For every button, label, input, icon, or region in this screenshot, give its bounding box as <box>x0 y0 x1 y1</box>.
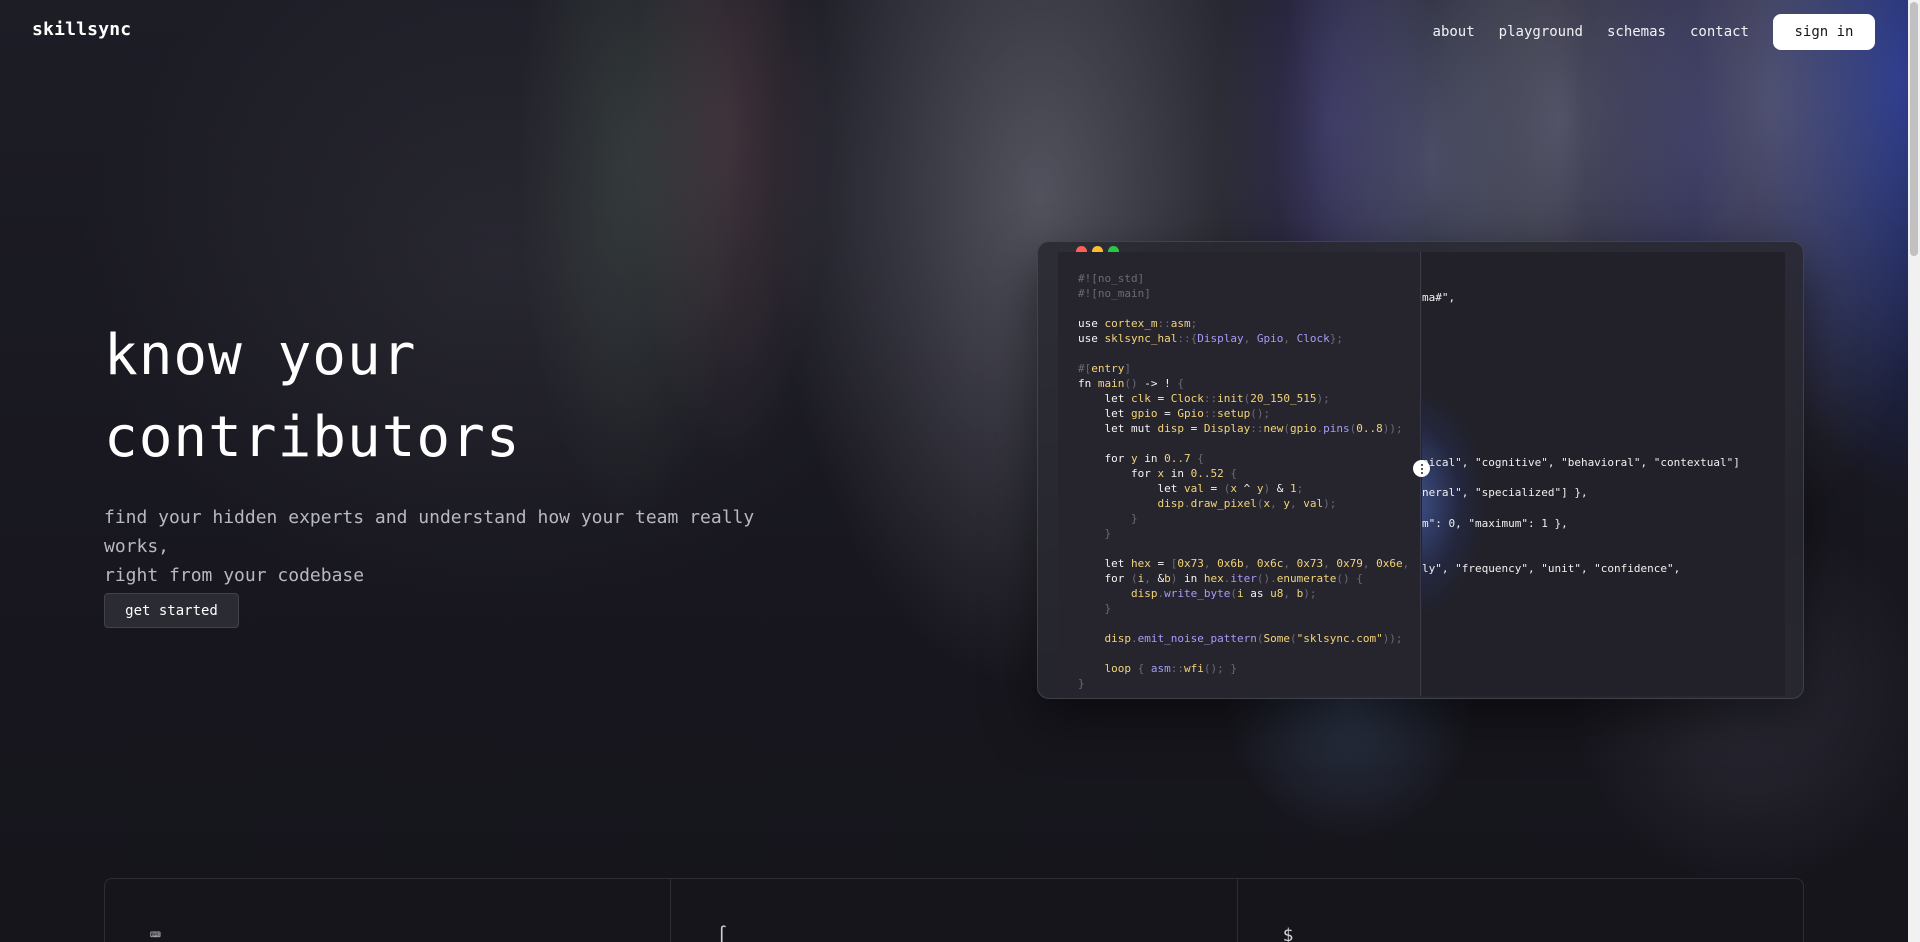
get-started-button[interactable]: get started <box>104 593 239 628</box>
schema-fragment: neral", "specialized"] }, <box>1422 486 1588 499</box>
dollar-icon: $ <box>1282 925 1294 942</box>
feature-card: $ <box>1238 879 1803 942</box>
nav-schemas[interactable]: schemas <box>1607 24 1666 40</box>
features-section: ⌨ ∫ $ <box>104 878 1804 942</box>
schema-fragment: m": 0, "maximum": 1 }, <box>1422 517 1568 530</box>
nav-contact[interactable]: contact <box>1690 24 1749 40</box>
json-schema-pane: ma#", nical", "cognitive", "behavioral",… <box>1422 252 1785 696</box>
feature-card: ∫ <box>671 879 1238 942</box>
compare-slider-handle[interactable] <box>1413 460 1430 477</box>
terminal-icon: ⌨ <box>150 925 161 942</box>
hero-subtitle: find your hidden experts and understand … <box>104 503 804 590</box>
rust-code-pane: #![no_std] #![no_main] use cortex_m::asm… <box>1058 252 1421 696</box>
hero-title: know your contributors <box>104 315 521 479</box>
hero-title-line-2: contributors <box>104 405 521 470</box>
curve-icon: ∫ <box>716 925 728 942</box>
hero-subtitle-line-2: right from your codebase <box>104 565 365 586</box>
scrollbar-thumb[interactable] <box>1910 2 1918 256</box>
schema-fragment: ly", "frequency", "unit", "confidence", <box>1422 562 1681 575</box>
schema-fragment: ma#", <box>1422 291 1456 304</box>
reveal-glow <box>1422 392 1482 612</box>
schema-fragment: nical", "cognitive", "behavioral", "cont… <box>1422 456 1740 469</box>
hero-title-line-1: know your <box>104 323 417 388</box>
hero-subtitle-line-1: find your hidden experts and understand … <box>104 507 755 557</box>
rust-code: #![no_std] #![no_main] use cortex_m::asm… <box>1078 272 1410 690</box>
sign-in-button[interactable]: sign in <box>1773 14 1875 50</box>
main-nav: about playground schemas contact sign in <box>1433 14 1875 50</box>
logo[interactable]: skillsync <box>32 19 131 40</box>
site-header: skillsync about playground schemas conta… <box>0 0 1920 62</box>
nav-about[interactable]: about <box>1433 24 1475 40</box>
nav-playground[interactable]: playground <box>1499 24 1583 40</box>
page-scrollbar[interactable] <box>1908 0 1920 942</box>
feature-card: ⌨ <box>105 879 672 942</box>
